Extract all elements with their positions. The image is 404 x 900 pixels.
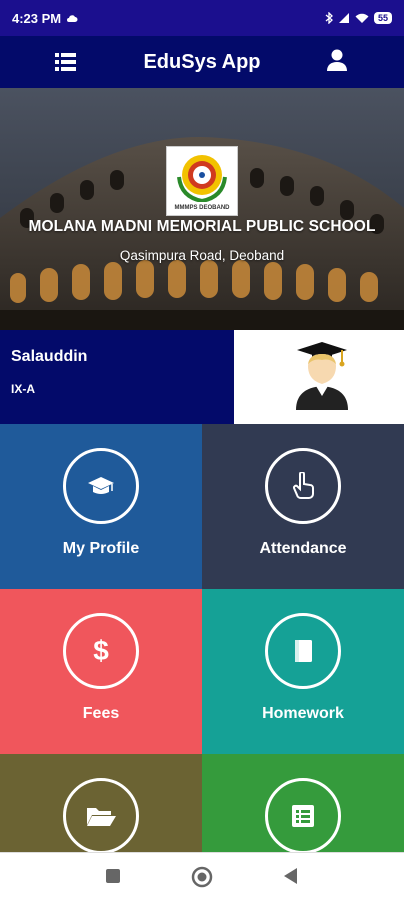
tile-documents[interactable]: [0, 754, 202, 852]
tile-icon-circle: [265, 778, 341, 852]
system-nav-bar: [0, 852, 404, 900]
battery-icon: 55: [373, 12, 392, 24]
tile-label: My Profile: [62, 540, 140, 557]
tile-attendance[interactable]: Attendance: [202, 424, 404, 589]
app-bar: EduSys App: [0, 36, 404, 88]
gear-emblem-icon: MMMPS DEOBAND: [175, 155, 231, 212]
tile-icon-circle: [63, 448, 139, 524]
graduate-avatar-icon: [296, 342, 348, 410]
school-banner: MMMPS DEOBAND MOLANA MADNI MEMORIAL PUBL…: [0, 88, 404, 330]
list-icon: [55, 53, 76, 71]
tile-icon-circle: [265, 448, 341, 524]
book-icon: [295, 640, 312, 662]
tile-label: Homework: [262, 705, 344, 722]
student-info: Salauddin IX-A: [0, 330, 234, 424]
tile-label: Attendance: [259, 540, 347, 557]
menu-button[interactable]: [54, 50, 78, 74]
user-icon: [327, 49, 347, 71]
bluetooth-icon: [325, 12, 333, 24]
school-address: Qasimpura Road, Deoband: [119, 248, 285, 263]
hand-pointer-icon: [293, 472, 314, 499]
triangle-back-icon: [284, 868, 297, 884]
tile-icon-circle: $: [63, 613, 139, 689]
logo-text: MMMPS DEOBAND: [175, 205, 231, 211]
app-title: EduSys App: [143, 50, 261, 73]
dollar-icon: $: [93, 636, 109, 666]
wifi-icon: [355, 13, 369, 23]
home-button[interactable]: [191, 866, 213, 893]
square-icon: [106, 869, 120, 883]
student-class: IX-A: [11, 382, 35, 396]
svg-text:$: $: [93, 636, 109, 666]
circle-home-icon: [191, 866, 213, 888]
status-time: 4:23 PM: [12, 10, 62, 26]
back-button[interactable]: [284, 868, 298, 889]
school-name: MOLANA MADNI MEMORIAL PUBLIC SCHOOL: [28, 218, 376, 235]
tile-fees[interactable]: $ Fees: [0, 589, 202, 754]
school-logo: MMMPS DEOBAND: [166, 146, 238, 216]
list-alt-icon: [292, 805, 314, 827]
tile-homework[interactable]: Homework: [202, 589, 404, 754]
folder-open-icon: [87, 808, 116, 826]
profile-button[interactable]: [326, 48, 350, 74]
recents-button[interactable]: [106, 869, 120, 888]
cloud-icon: [67, 15, 78, 22]
tile-icon-circle: [265, 613, 341, 689]
status-bar: 4:23 PM 55: [0, 0, 404, 36]
tile-icon-circle: [63, 778, 139, 852]
tile-report[interactable]: [202, 754, 404, 852]
graduation-cap-icon: [88, 477, 114, 494]
tile-label: Fees: [82, 705, 120, 722]
student-name: Salauddin: [11, 348, 88, 365]
tile-my-profile[interactable]: My Profile: [0, 424, 202, 589]
student-avatar: [234, 330, 404, 424]
signal-icon: [338, 13, 349, 23]
